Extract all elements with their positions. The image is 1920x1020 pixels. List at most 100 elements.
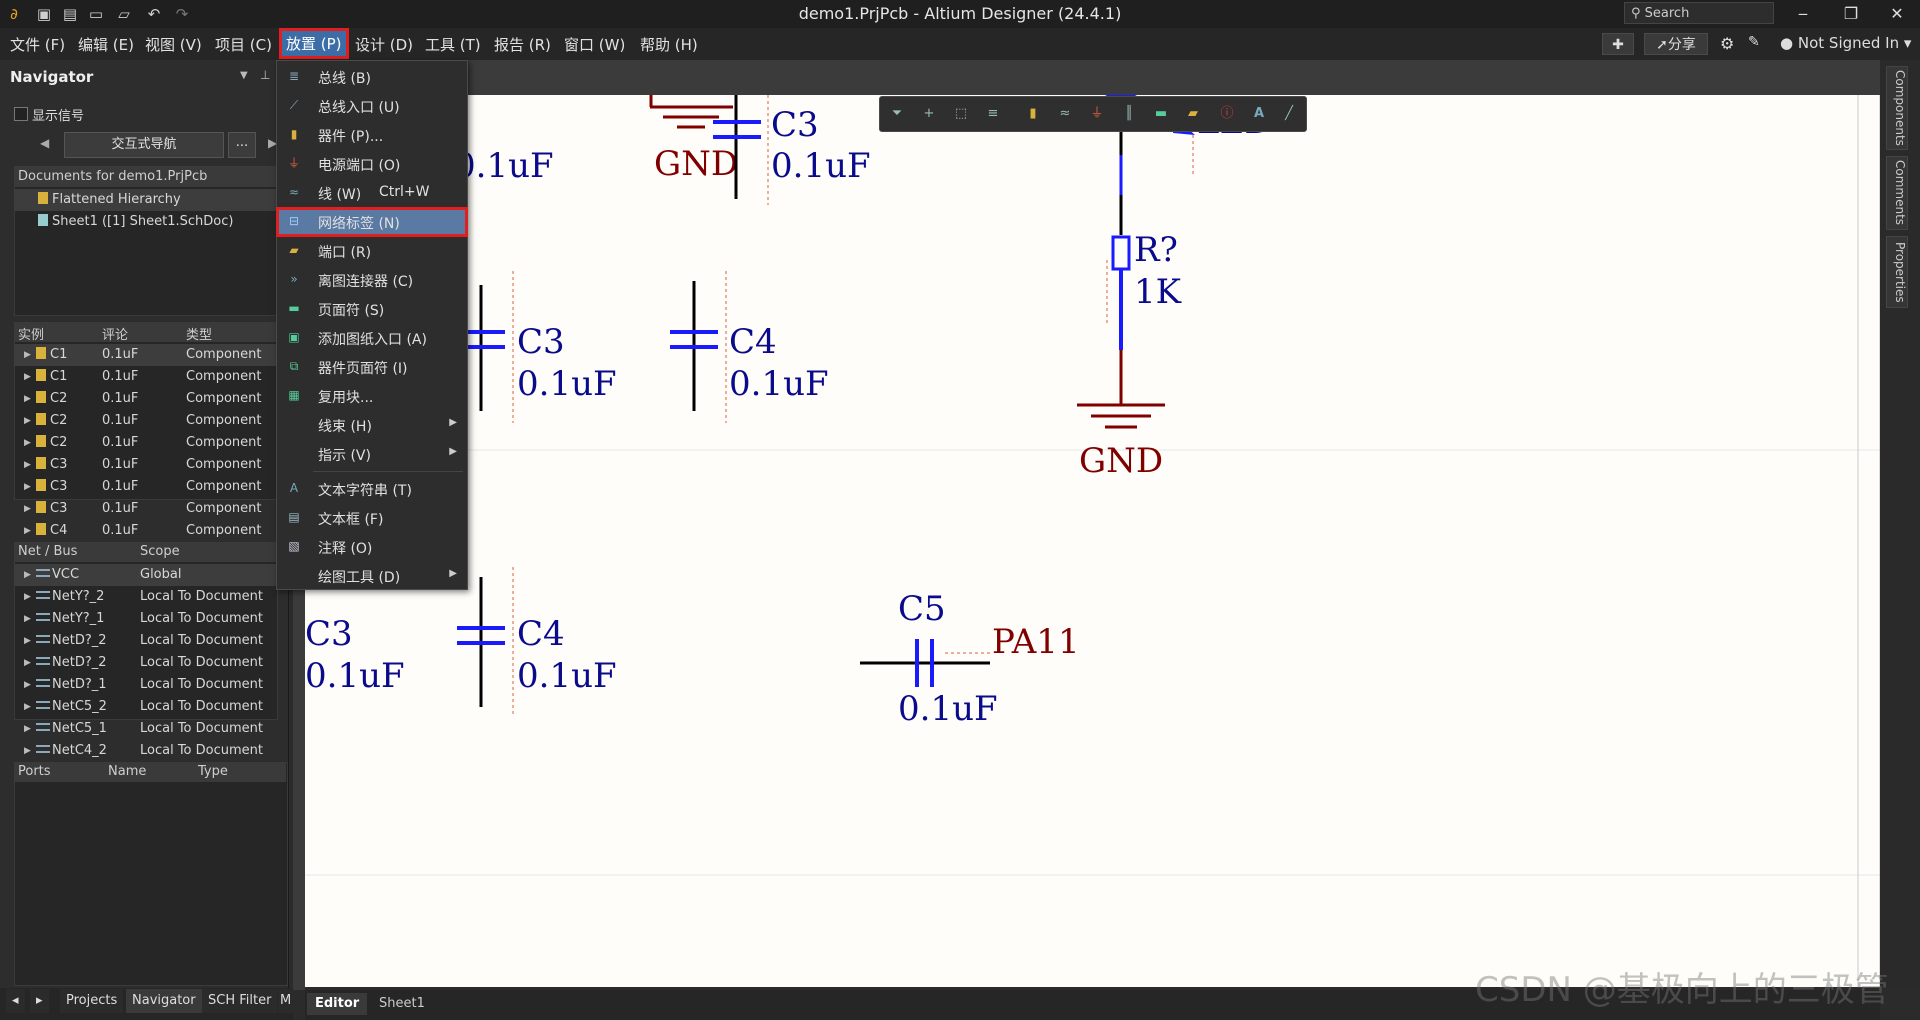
col-instance[interactable]: 实例: [18, 324, 44, 343]
port-icon[interactable]: ▰: [1184, 105, 1202, 123]
panel-menu-icon[interactable]: ▼: [240, 70, 248, 81]
place-menu-item[interactable]: ⊟ 网络标签 (N): [276, 207, 468, 237]
text-icon[interactable]: A: [1250, 105, 1268, 123]
col-comment[interactable]: 评论: [102, 324, 128, 343]
tab-comments[interactable]: Comments: [1886, 156, 1908, 230]
tab-components[interactable]: Components: [1886, 66, 1908, 150]
expand-arrow-icon[interactable]: ▶: [24, 636, 31, 646]
menu-edit[interactable]: 编辑 (E): [78, 34, 134, 55]
interactive-navigation-button[interactable]: 交互式导航: [64, 132, 224, 158]
col-name[interactable]: Name: [108, 764, 146, 779]
net-row[interactable]: ▶ NetC5_1 Local To Document: [14, 718, 276, 740]
instance-row[interactable]: ▶ C1 0.1uF Component: [14, 344, 276, 366]
harness-icon[interactable]: ║: [1120, 105, 1138, 123]
place-menu-item[interactable]: ⟋ 总线入口 (U): [277, 92, 467, 120]
place-menu-item[interactable]: ▣ 添加图纸入口 (A): [277, 324, 467, 352]
share-button[interactable]: ➚分享: [1644, 33, 1708, 55]
place-menu-item[interactable]: ▮ 器件 (P)...: [277, 121, 467, 149]
menu-window[interactable]: 窗口 (W): [564, 34, 625, 55]
instance-row[interactable]: ▶ C2 0.1uF Component: [14, 388, 276, 410]
place-menu-item[interactable]: 绘图工具 (D) ▶: [277, 562, 467, 590]
col-type[interactable]: 类型: [186, 324, 212, 343]
menu-project[interactable]: 项目 (C): [215, 34, 272, 55]
expand-arrow-icon[interactable]: ▶: [24, 702, 31, 712]
expand-arrow-icon[interactable]: ▶: [24, 416, 31, 426]
nav-back-icon[interactable]: ◀: [40, 136, 49, 150]
instance-row[interactable]: ▶ C4 0.1uF Component: [14, 520, 276, 542]
schematic-canvas[interactable]: GND C3 0.1uF 0.1uF C3 0.1uF C4 0.1uF R? …: [305, 95, 1880, 987]
expand-arrow-icon[interactable]: ▶: [24, 526, 31, 536]
tab-more[interactable]: M: [278, 989, 294, 1013]
place-menu-item[interactable]: ▤ 文本框 (F): [277, 504, 467, 532]
net-row[interactable]: ▶ NetY?_1 Local To Document: [14, 608, 276, 630]
tab-scroll-left-icon[interactable]: ◂: [6, 989, 25, 1013]
expand-arrow-icon[interactable]: ▶: [24, 372, 31, 382]
tab-properties[interactable]: Properties: [1886, 236, 1908, 308]
sheet-symbol-icon[interactable]: ▬: [1152, 105, 1170, 123]
col-ports[interactable]: Ports: [18, 764, 51, 779]
directive-icon[interactable]: ⓘ: [1218, 105, 1236, 123]
line-icon[interactable]: ╱: [1280, 105, 1298, 123]
instance-row[interactable]: ▶ C3 0.1uF Component: [14, 454, 276, 476]
place-menu-item[interactable]: ≣ 总线 (B): [277, 63, 467, 91]
expand-arrow-icon[interactable]: ▶: [24, 592, 31, 602]
tab-navigator[interactable]: Navigator: [126, 989, 202, 1013]
resistor-r[interactable]: [1106, 125, 1131, 350]
preferences-icon[interactable]: ✎: [1748, 34, 1760, 50]
capacitor-c5[interactable]: [860, 639, 990, 687]
expand-arrow-icon[interactable]: ▶: [24, 504, 31, 514]
instance-row[interactable]: ▶ C3 0.1uF Component: [14, 476, 276, 498]
menu-reports[interactable]: 报告 (R): [494, 34, 551, 55]
instance-row[interactable]: ▶ C2 0.1uF Component: [14, 432, 276, 454]
place-menu-item[interactable]: ≈ 线 (W) Ctrl+W: [277, 179, 467, 207]
place-menu-item[interactable]: 线束 (H) ▶: [277, 411, 467, 439]
expand-arrow-icon[interactable]: ▶: [24, 724, 31, 734]
col-net-bus[interactable]: Net / Bus: [18, 544, 77, 559]
menu-view[interactable]: 视图 (V): [145, 34, 202, 55]
menu-design[interactable]: 设计 (D): [355, 34, 413, 55]
place-menu-item[interactable]: ▰ 端口 (R): [277, 237, 467, 265]
more-options-button[interactable]: ...: [228, 132, 256, 158]
expand-arrow-icon[interactable]: ▶: [24, 680, 31, 690]
crosshair-icon[interactable]: +: [920, 105, 938, 123]
expand-arrow-icon[interactable]: ▶: [24, 482, 31, 492]
tab-sheet1[interactable]: Sheet1: [371, 993, 433, 1015]
net-row[interactable]: ▶ VCC Global: [14, 564, 276, 586]
power-port-icon[interactable]: ⏚: [1088, 105, 1106, 123]
place-menu-item[interactable]: » 离图连接器 (C): [277, 266, 467, 294]
wire-icon[interactable]: ≈: [1056, 105, 1074, 123]
search-input[interactable]: ⚲ Search: [1624, 2, 1774, 24]
gnd-symbol-right[interactable]: [1077, 350, 1165, 429]
gear-icon[interactable]: ⚙: [1720, 34, 1734, 53]
menu-help[interactable]: 帮助 (H): [640, 34, 698, 55]
instance-row[interactable]: ▶ C1 0.1uF Component: [14, 366, 276, 388]
net-label-pa11[interactable]: PA11: [992, 622, 1080, 662]
place-menu-item[interactable]: ⏚ 电源端口 (O): [277, 150, 467, 178]
expand-arrow-icon[interactable]: ▶: [24, 570, 31, 580]
expand-arrow-icon[interactable]: ▶: [24, 746, 31, 756]
expand-arrow-icon[interactable]: ▶: [24, 614, 31, 624]
expand-arrow-icon[interactable]: ▶: [24, 460, 31, 470]
show-signals-checkbox[interactable]: [14, 107, 28, 121]
tab-scroll-right-icon[interactable]: ▸: [30, 989, 49, 1013]
schematic-drawing[interactable]: GND C3 0.1uF 0.1uF C3 0.1uF C4 0.1uF R? …: [305, 95, 1880, 987]
net-row[interactable]: ▶ NetD?_2 Local To Document: [14, 630, 276, 652]
net-row[interactable]: ▶ NetC4_2 Local To Document: [14, 740, 276, 762]
tab-sch-filter[interactable]: SCH Filter: [202, 989, 278, 1013]
align-icon[interactable]: ≡: [984, 105, 1002, 123]
doc-sheet1[interactable]: Sheet1 ([1] Sheet1.SchDoc): [14, 211, 276, 233]
col-port-type[interactable]: Type: [198, 764, 228, 779]
col-scope[interactable]: Scope: [140, 544, 180, 559]
place-menu-item[interactable]: ▬ 页面符 (S): [277, 295, 467, 323]
user-account-button[interactable]: ● Not Signed In ▾: [1780, 34, 1911, 52]
expand-arrow-icon[interactable]: ▶: [24, 438, 31, 448]
menu-tools[interactable]: 工具 (T): [425, 34, 481, 55]
place-menu-item[interactable]: A 文本字符串 (T): [277, 475, 467, 503]
part-icon[interactable]: ▮: [1024, 105, 1042, 123]
notifications-button[interactable]: ✚: [1602, 33, 1634, 55]
tab-projects[interactable]: Projects: [60, 989, 124, 1013]
place-menu-item[interactable]: ▦ 复用块...: [277, 382, 467, 410]
menu-place[interactable]: 放置 (P): [279, 28, 349, 59]
expand-arrow-icon[interactable]: ▶: [24, 658, 31, 668]
restore-icon[interactable]: ❐: [1828, 0, 1874, 28]
